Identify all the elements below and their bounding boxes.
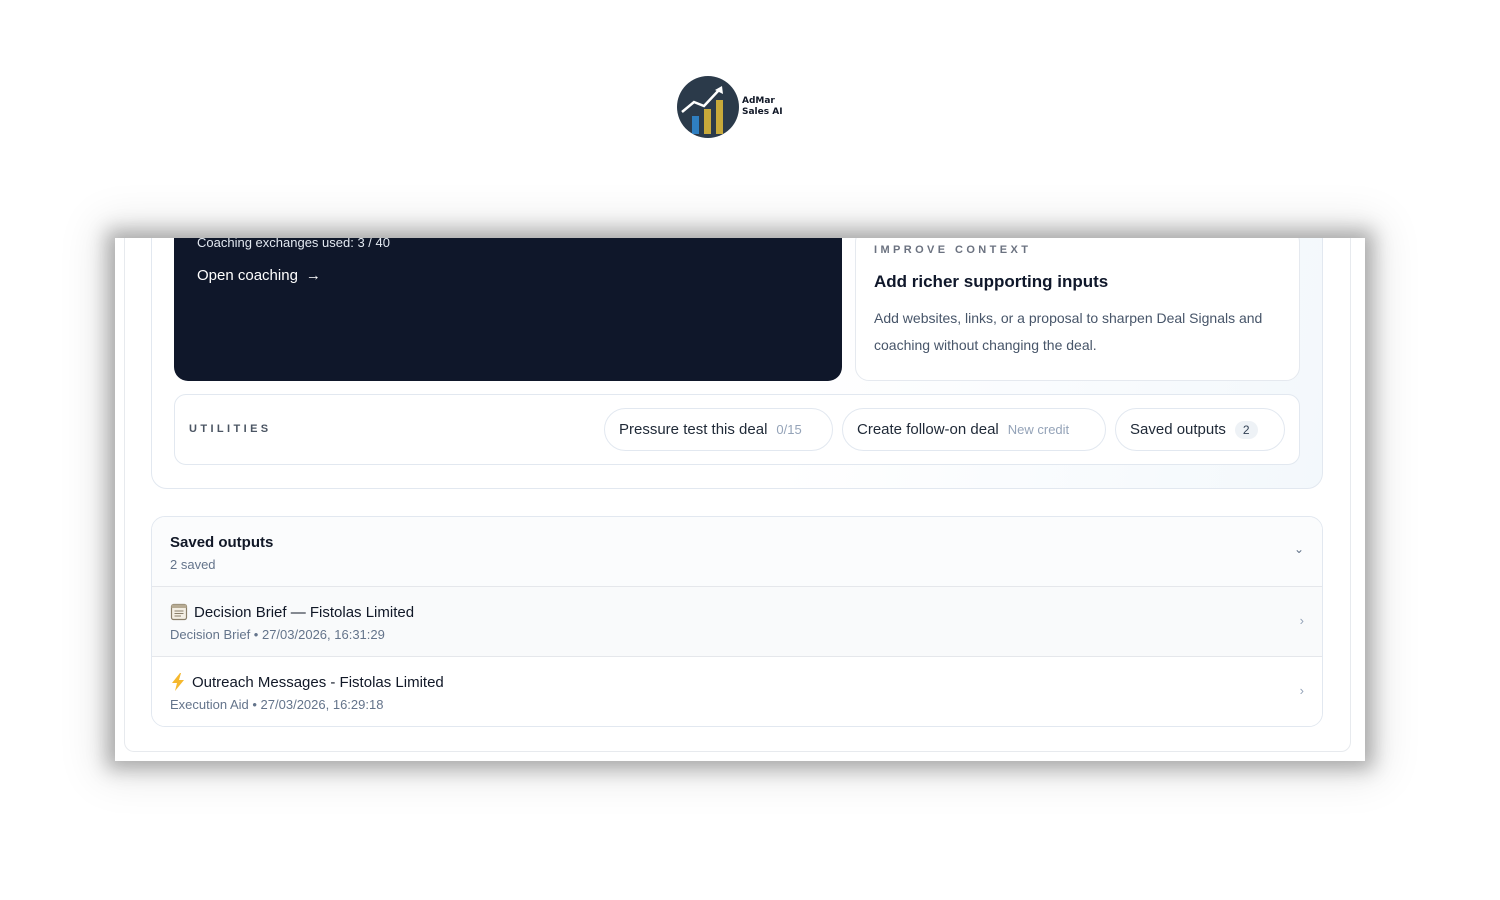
- coaching-usage: Coaching exchanges used: 3 / 40: [197, 238, 390, 250]
- chevron-right-icon: ›: [1299, 613, 1304, 628]
- context-title: Add richer supporting inputs: [874, 272, 1109, 291]
- utilities-bar: UTILITIES Pressure test this deal 0/15 C…: [174, 394, 1300, 465]
- saved-output-title: Outreach Messages - Fistolas Limited: [192, 673, 444, 691]
- improve-context-card: IMPROVE CONTEXT Add richer supporting in…: [855, 238, 1300, 381]
- document-icon: [170, 603, 188, 621]
- brand-logo: AdMar Sales AI: [677, 76, 783, 138]
- pressure-test-button[interactable]: Pressure test this deal 0/15: [604, 408, 833, 451]
- chevron-right-icon: ›: [1299, 683, 1304, 698]
- chevron-down-icon: ⌄: [1293, 542, 1304, 556]
- lightning-icon: [170, 673, 186, 691]
- pressure-test-count: 0/15: [776, 422, 802, 437]
- saved-output-item[interactable]: Decision Brief — Fistolas Limited Decisi…: [152, 587, 1322, 657]
- open-coaching-label: Open coaching: [197, 267, 298, 284]
- saved-outputs-header[interactable]: Saved outputs 2 saved ⌄: [152, 517, 1322, 587]
- open-coaching-link[interactable]: Open coaching →: [197, 267, 321, 284]
- saved-output-title-row: Decision Brief — Fistolas Limited: [170, 603, 414, 621]
- saved-output-item[interactable]: Outreach Messages - Fistolas Limited Exe…: [152, 657, 1322, 726]
- saved-outputs-panel: Saved outputs 2 saved ⌄ Decision Brief —…: [151, 516, 1323, 727]
- arrow-right-icon: →: [305, 267, 321, 284]
- saved-outputs-count-badge: 2: [1234, 420, 1258, 439]
- follow-on-meta: New credit: [1007, 422, 1070, 437]
- saved-output-meta: Execution Aid • 27/03/2026, 16:29:18: [170, 697, 384, 712]
- create-follow-on-deal-button[interactable]: Create follow-on deal New credit: [842, 408, 1106, 451]
- saved-outputs-pill-label: Saved outputs: [1130, 421, 1226, 438]
- logo-chart-icon: [677, 76, 739, 138]
- pressure-test-label: Pressure test this deal: [619, 421, 768, 438]
- context-body: Add websites, links, or a proposal to sh…: [874, 310, 1263, 353]
- saved-output-title-row: Outreach Messages - Fistolas Limited: [170, 673, 444, 691]
- saved-output-meta: Decision Brief • 27/03/2026, 16:31:29: [170, 627, 385, 642]
- logo-wordmark: AdMar Sales AI: [742, 96, 783, 117]
- context-eyebrow: IMPROVE CONTEXT: [874, 244, 1032, 256]
- follow-on-label: Create follow-on deal: [857, 421, 999, 438]
- utilities-label: UTILITIES: [189, 423, 272, 435]
- app-window: Coaching exchanges used: 3 / 40 Open coa…: [115, 238, 1365, 761]
- coaching-card: Coaching exchanges used: 3 / 40 Open coa…: [174, 238, 842, 381]
- saved-output-title: Decision Brief — Fistolas Limited: [194, 603, 415, 621]
- saved-outputs-subtitle: 2 saved: [170, 557, 216, 572]
- saved-outputs-title: Saved outputs: [170, 534, 274, 551]
- saved-outputs-button[interactable]: Saved outputs 2: [1115, 408, 1285, 451]
